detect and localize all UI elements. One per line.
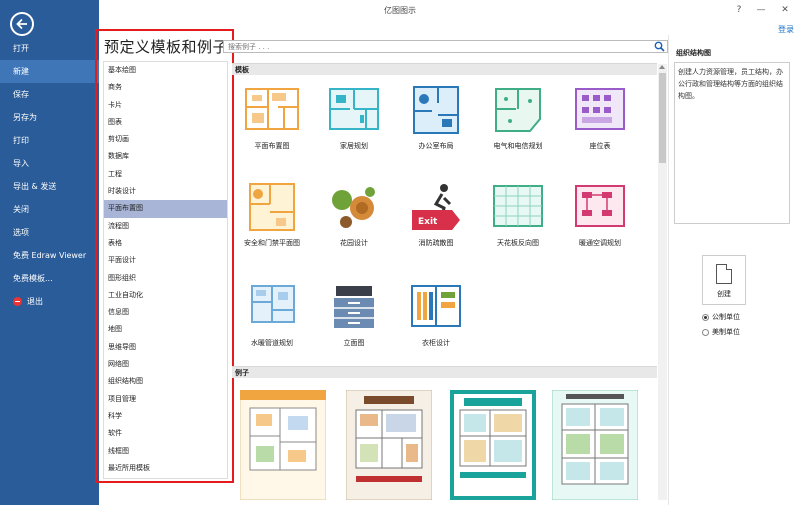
example-thumbnail (345, 389, 433, 501)
template-label: 暖通空调规划 (579, 239, 621, 247)
sidebar-item-viewer[interactable]: 免费 Edraw Viewer (0, 244, 99, 267)
ceiling-plan-icon (493, 185, 543, 227)
create-button[interactable]: 创建 (702, 255, 746, 305)
example-thumbnail (239, 389, 327, 501)
template-label: 座位表 (589, 142, 611, 150)
radio-checked-icon[interactable] (702, 313, 709, 321)
sidebar-menu: 打开 新建 保存 另存为 打印 导入 导出 & 发送 关闭 选项 免费 Edra… (0, 37, 99, 313)
sidebar: 打开 新建 保存 另存为 打印 导入 导出 & 发送 关闭 选项 免费 Edra… (0, 0, 99, 505)
template-label: 天花板反向图 (497, 239, 539, 247)
search-box (223, 40, 668, 53)
sidebar-item-options[interactable]: 选项 (0, 221, 99, 244)
sidebar-item-import[interactable]: 导入 (0, 152, 99, 175)
example-card[interactable] (450, 390, 536, 500)
templates-section-header: 模板 (232, 63, 657, 75)
examples-section-header: 例子 (232, 366, 657, 378)
elevation-icon (334, 286, 374, 328)
help-icon[interactable]: ? (728, 2, 750, 18)
sidebar-item-save-as[interactable]: 另存为 (0, 106, 99, 129)
template-label: 电气和电信规划 (493, 142, 543, 150)
panel-divider (668, 35, 669, 505)
template-label: 花园设计 (340, 239, 368, 247)
example-card[interactable] (239, 389, 327, 501)
example-card[interactable] (551, 389, 639, 501)
scroll-up-icon[interactable] (659, 65, 665, 69)
template-garden[interactable]: 花园设计 (314, 182, 394, 248)
floor-plan-icon (245, 88, 299, 130)
garden-design-icon (332, 187, 375, 228)
home-plan-icon (329, 88, 379, 130)
back-arrow-icon (16, 18, 27, 30)
window-title: 亿图图示 (384, 6, 416, 15)
preview-description: 创建人力资源管理，员工结构，办公行政和管理结构等方面的组织结构图。 (674, 62, 790, 224)
new-document-icon (716, 264, 732, 284)
sidebar-item-export[interactable]: 导出 & 发送 (0, 175, 99, 198)
template-label: 消防疏散图 (418, 239, 454, 247)
hvac-plan-icon (575, 185, 625, 227)
seating-chart-icon (575, 88, 625, 130)
unit-metric-option[interactable]: 公制单位 (702, 312, 740, 322)
template-ceiling[interactable]: 天花板反向图 (478, 182, 558, 248)
example-card[interactable] (345, 389, 433, 501)
sidebar-item-exit[interactable]: 退出 (0, 290, 99, 313)
plumbing-plan-icon (251, 285, 295, 323)
security-plan-icon (249, 183, 295, 231)
template-label: 立面图 (343, 339, 365, 347)
template-hvac[interactable]: 暖通空调规划 (560, 182, 640, 248)
example-thumbnail (551, 389, 639, 501)
unit-imperial-option[interactable]: 美制单位 (702, 327, 740, 337)
sidebar-item-save[interactable]: 保存 (0, 83, 99, 106)
template-label: 衣柜设计 (422, 339, 450, 347)
sidebar-item-open[interactable]: 打开 (0, 37, 99, 60)
template-label: 办公室布局 (418, 142, 454, 150)
template-label: 安全和门禁平面图 (244, 239, 300, 247)
close-icon[interactable]: ✕ (774, 2, 796, 18)
template-label: 水暖管道规划 (251, 339, 293, 347)
template-label: 平面布置图 (254, 142, 290, 150)
minimize-icon[interactable]: — (750, 2, 772, 18)
svg-text:Exit: Exit (418, 217, 438, 227)
exit-sign-icon: Exit (412, 184, 460, 230)
unit-label: 公制单位 (712, 313, 740, 321)
template-wardrobe[interactable]: 衣柜设计 (396, 282, 476, 348)
scroll-thumb[interactable] (659, 73, 666, 163)
template-elevation[interactable]: 立面图 (314, 282, 394, 348)
radio-unchecked-icon[interactable] (702, 328, 709, 336)
exit-label: 退出 (27, 297, 43, 306)
sidebar-item-new[interactable]: 新建 (0, 60, 99, 83)
template-office-layout[interactable]: 办公室布局 (396, 85, 476, 151)
template-plumbing[interactable]: 水暖管道规划 (232, 282, 312, 348)
example-thumbnail (450, 390, 536, 500)
vertical-scrollbar[interactable] (658, 64, 667, 500)
back-button[interactable] (10, 12, 34, 36)
sidebar-item-free-templates[interactable]: 免费模板... (0, 267, 99, 290)
template-electrical[interactable]: 电气和电信规划 (478, 85, 558, 151)
unit-label: 美制单位 (712, 328, 740, 336)
title-bar: 亿图图示 ? — ✕ (0, 0, 800, 22)
office-layout-icon (413, 86, 459, 134)
template-home-plan[interactable]: 家居规划 (314, 85, 394, 151)
sidebar-item-print[interactable]: 打印 (0, 129, 99, 152)
template-evacuation[interactable]: Exit 消防疏散图 (396, 182, 476, 248)
preview-title: 组织结构图 (676, 49, 711, 57)
template-security[interactable]: 安全和门禁平面图 (232, 182, 312, 248)
search-icon[interactable] (654, 41, 665, 52)
template-label: 家居规划 (340, 142, 368, 150)
highlight-frame (95, 29, 234, 483)
login-link[interactable]: 登录 (778, 24, 794, 35)
template-floor-plan[interactable]: 平面布置图 (232, 85, 312, 151)
template-seating-chart[interactable]: 座位表 (560, 85, 640, 151)
sidebar-item-close[interactable]: 关闭 (0, 198, 99, 221)
exit-icon (13, 297, 22, 306)
wardrobe-icon (411, 285, 461, 327)
electrical-plan-icon (495, 88, 541, 132)
search-input[interactable] (224, 41, 644, 52)
create-label: 创建 (717, 290, 731, 298)
